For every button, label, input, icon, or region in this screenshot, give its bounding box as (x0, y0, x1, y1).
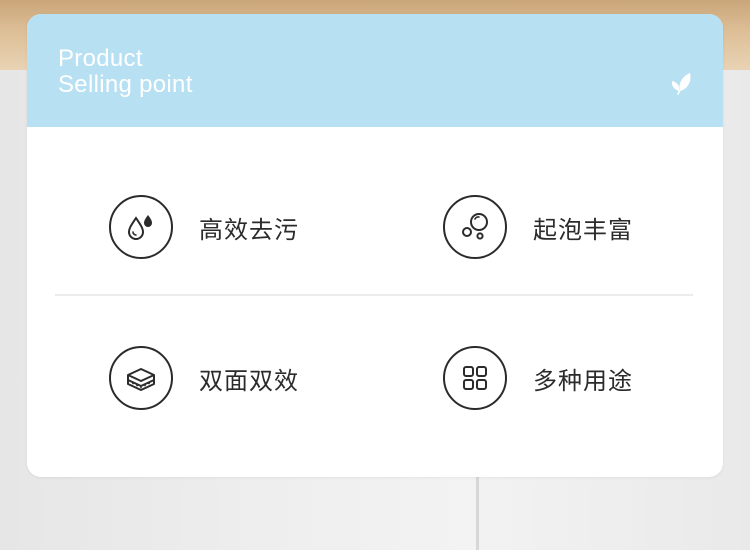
wall-edge (476, 470, 479, 550)
feature-label: 双面双效 (199, 366, 299, 395)
water-drops-icon (109, 195, 173, 259)
feature-label: 高效去污 (199, 215, 299, 244)
divider (55, 294, 693, 296)
card-header: Product Selling point (27, 14, 723, 127)
header-title-line1: Product (58, 45, 143, 72)
feature-item-double-sided: 双面双效 (109, 346, 299, 410)
selling-point-card: Product Selling point 高效去污 起泡丰富 双面双效 多种用… (27, 14, 723, 477)
feature-item-rich-foam: 起泡丰富 (443, 195, 633, 259)
sponge-icon (109, 346, 173, 410)
feature-label: 多种用途 (533, 366, 633, 395)
feature-item-stain-removal: 高效去污 (109, 195, 299, 259)
feature-label: 起泡丰富 (533, 215, 633, 244)
feature-item-multi-purpose: 多种用途 (443, 346, 633, 410)
grid-icon (443, 346, 507, 410)
bubbles-icon (443, 195, 507, 259)
leaf-icon (671, 73, 691, 95)
header-title-line2: Selling point (58, 71, 193, 98)
